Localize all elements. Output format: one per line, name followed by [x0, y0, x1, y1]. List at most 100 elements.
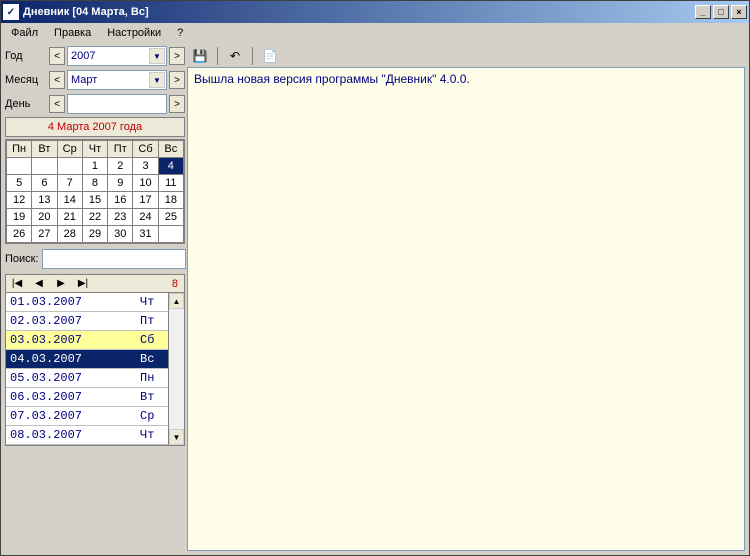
- list-item[interactable]: 06.03.2007Вт: [6, 388, 168, 407]
- entry-date: 07.03.2007: [6, 409, 140, 423]
- new-page-icon[interactable]: 📄: [259, 46, 281, 66]
- search-label: Поиск:: [5, 253, 39, 265]
- calendar: ПнВтСрЧтПтСбВс 1234567891011121314151617…: [5, 139, 185, 244]
- calendar-day[interactable]: 22: [82, 209, 107, 226]
- calendar-day[interactable]: 1: [82, 158, 107, 175]
- toolbar: 💾 ↶ 📄: [187, 45, 745, 67]
- year-prev-button[interactable]: <: [49, 47, 65, 65]
- calendar-day[interactable]: 14: [57, 192, 82, 209]
- calendar-day[interactable]: 2: [108, 158, 133, 175]
- year-value: 2007: [71, 50, 95, 62]
- calendar-day: [158, 226, 183, 243]
- list-item[interactable]: 08.03.2007Чт: [6, 426, 168, 445]
- day-prev-button[interactable]: <: [49, 95, 65, 113]
- list-item[interactable]: 03.03.2007Сб: [6, 331, 168, 350]
- maximize-button[interactable]: □: [713, 5, 729, 19]
- calendar-day[interactable]: 31: [133, 226, 158, 243]
- calendar-day: [7, 158, 32, 175]
- toolbar-separator: [252, 47, 253, 65]
- month-next-button[interactable]: >: [169, 71, 185, 89]
- calendar-day: [32, 158, 57, 175]
- calendar-day[interactable]: 28: [57, 226, 82, 243]
- menu-help[interactable]: ?: [171, 25, 189, 41]
- calendar-day[interactable]: 20: [32, 209, 57, 226]
- calendar-day[interactable]: 24: [133, 209, 158, 226]
- entries-count: 8: [94, 278, 184, 290]
- editor-text: Вышла новая версия программы "Дневник" 4…: [194, 72, 470, 86]
- chevron-down-icon: ▼: [149, 48, 165, 64]
- entry-weekday: Чт: [140, 295, 168, 309]
- calendar-day[interactable]: 5: [7, 175, 32, 192]
- entries-prev-button[interactable]: ◀: [28, 278, 50, 289]
- list-item[interactable]: 01.03.2007Чт: [6, 293, 168, 312]
- right-panel: 💾 ↶ 📄 Вышла новая версия программы "Днев…: [187, 45, 745, 551]
- entries-list: 01.03.2007Чт02.03.2007Пт03.03.2007Сб04.0…: [6, 293, 168, 445]
- calendar-day[interactable]: 15: [82, 192, 107, 209]
- day-next-button[interactable]: >: [169, 95, 185, 113]
- calendar-day[interactable]: 29: [82, 226, 107, 243]
- calendar-day[interactable]: 3: [133, 158, 158, 175]
- calendar-weekday: Пт: [108, 141, 133, 158]
- calendar-day[interactable]: 13: [32, 192, 57, 209]
- entry-weekday: Сб: [140, 333, 168, 347]
- calendar-day[interactable]: 6: [32, 175, 57, 192]
- calendar-weekday: Ср: [57, 141, 82, 158]
- calendar-weekday: Пн: [7, 141, 32, 158]
- scrollbar[interactable]: ▲ ▼: [168, 293, 184, 445]
- calendar-weekday: Вс: [158, 141, 183, 158]
- scroll-up-button[interactable]: ▲: [169, 293, 184, 309]
- scroll-track[interactable]: [169, 309, 184, 429]
- app-window: ✓ Дневник [04 Марта, Вс] _ □ × Файл Прав…: [0, 0, 750, 556]
- menubar: Файл Правка Настройки ?: [1, 23, 749, 43]
- editor[interactable]: Вышла новая версия программы "Дневник" 4…: [187, 67, 745, 551]
- calendar-day[interactable]: 23: [108, 209, 133, 226]
- entry-weekday: Пт: [140, 314, 168, 328]
- month-label: Месяц: [5, 74, 47, 86]
- calendar-day[interactable]: 11: [158, 175, 183, 192]
- month-prev-button[interactable]: <: [49, 71, 65, 89]
- calendar-day: [57, 158, 82, 175]
- list-item[interactable]: 02.03.2007Пт: [6, 312, 168, 331]
- calendar-day[interactable]: 27: [32, 226, 57, 243]
- list-item[interactable]: 05.03.2007Пн: [6, 369, 168, 388]
- calendar-weekday: Чт: [82, 141, 107, 158]
- entries-last-button[interactable]: ▶|: [72, 278, 94, 289]
- menu-file[interactable]: Файл: [5, 25, 44, 41]
- calendar-day[interactable]: 19: [7, 209, 32, 226]
- month-combo[interactable]: Март ▼: [67, 70, 167, 90]
- entries-next-button[interactable]: ▶: [50, 278, 72, 289]
- search-input[interactable]: [42, 249, 186, 269]
- calendar-day[interactable]: 26: [7, 226, 32, 243]
- calendar-day[interactable]: 21: [57, 209, 82, 226]
- list-item[interactable]: 07.03.2007Ср: [6, 407, 168, 426]
- day-input[interactable]: [67, 94, 167, 114]
- calendar-day[interactable]: 17: [133, 192, 158, 209]
- menu-settings[interactable]: Настройки: [101, 25, 167, 41]
- calendar-day[interactable]: 18: [158, 192, 183, 209]
- calendar-day[interactable]: 25: [158, 209, 183, 226]
- calendar-day[interactable]: 8: [82, 175, 107, 192]
- close-button[interactable]: ×: [731, 5, 747, 19]
- month-value: Март: [71, 74, 97, 86]
- entries-first-button[interactable]: |◀: [6, 278, 28, 289]
- calendar-day[interactable]: 7: [57, 175, 82, 192]
- calendar-day[interactable]: 30: [108, 226, 133, 243]
- calendar-day[interactable]: 12: [7, 192, 32, 209]
- year-combo[interactable]: 2007 ▼: [67, 46, 167, 66]
- calendar-day[interactable]: 10: [133, 175, 158, 192]
- left-panel: Год < 2007 ▼ > Месяц < Март ▼ > День <: [5, 45, 185, 551]
- minimize-button[interactable]: _: [695, 5, 711, 19]
- calendar-weekday: Вт: [32, 141, 57, 158]
- calendar-caption: 4 Марта 2007 года: [5, 117, 185, 137]
- year-next-button[interactable]: >: [169, 47, 185, 65]
- calendar-day[interactable]: 4: [158, 158, 183, 175]
- chevron-down-icon: ▼: [149, 72, 165, 88]
- titlebar: ✓ Дневник [04 Марта, Вс] _ □ ×: [1, 1, 749, 23]
- save-icon[interactable]: 💾: [189, 46, 211, 66]
- list-item[interactable]: 04.03.2007Вс: [6, 350, 168, 369]
- calendar-day[interactable]: 16: [108, 192, 133, 209]
- calendar-day[interactable]: 9: [108, 175, 133, 192]
- scroll-down-button[interactable]: ▼: [169, 429, 184, 445]
- undo-icon[interactable]: ↶: [224, 46, 246, 66]
- menu-edit[interactable]: Правка: [48, 25, 97, 41]
